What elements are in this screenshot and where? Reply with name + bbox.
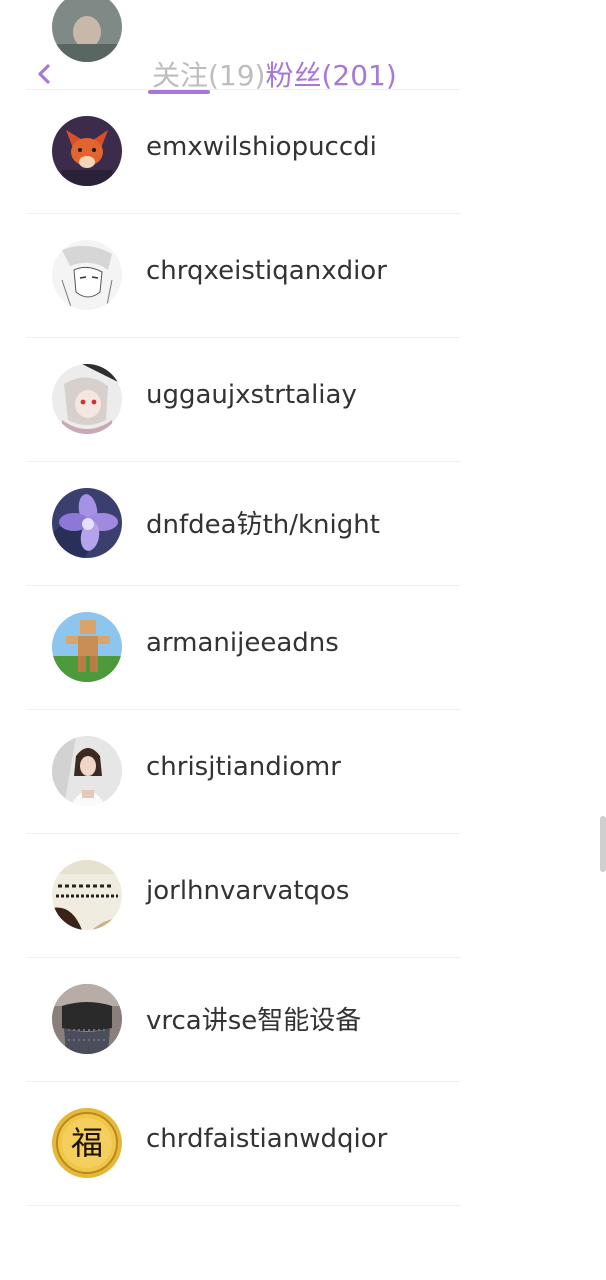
username: uggaujxstrtaliay [146,380,357,410]
username: chrisjtiandiomr [146,752,341,782]
avatar [52,488,122,558]
fans-list-page: 关注(19) 粉丝(201) emxwilshiopuccdi chrqxeis… [0,0,606,1280]
list-item[interactable]: 福 chrdfaistianwdqior [0,1082,606,1206]
divider [26,1205,460,1206]
avatar [52,984,122,1054]
username: chrqxeistiqanxdior [146,256,387,286]
svg-text:福: 福 [71,1125,103,1161]
scrollbar[interactable] [600,816,606,872]
avatar [52,612,122,682]
anime-girl-avatar [52,364,122,434]
avatar [52,364,122,434]
tab-following[interactable]: 关注(19) [152,54,265,94]
list-item[interactable]: dnfdea钫th/knight [0,462,606,586]
tab-fans[interactable]: 粉丝(201) [265,54,396,94]
avatar [52,240,122,310]
username: emxwilshiopuccdi [146,132,377,162]
list-item[interactable]: armanijeeadns [0,586,606,710]
list-item[interactable]: jorlhnvarvatqos [0,834,606,958]
photo-avatar [52,984,122,1054]
list-item[interactable]: vrca讲se智能设备 [0,958,606,1082]
fu-character-avatar: 福 [52,1108,122,1178]
username: jorlhnvarvatqos [146,876,350,906]
list-item[interactable]: chrqxeistiqanxdior [0,214,606,338]
avatar [52,860,122,930]
username: chrdfaistianwdqior [146,1124,388,1154]
username: armanijeeadns [146,628,339,658]
blocky-figure-avatar [52,612,122,682]
list-item[interactable]: uggaujxstrtaliay [0,338,606,462]
list-item[interactable]: chrisjtiandiomr [0,710,606,834]
fans-list: emxwilshiopuccdi chrqxeistiqanxdior ugga… [0,0,606,1206]
manga-avatar [52,240,122,310]
avatar: 福 [52,1108,122,1178]
chevron-left-icon [38,64,50,84]
avatar [52,736,122,806]
username: dnfdea钫th/knight [146,510,380,540]
header: 关注(19) 粉丝(201) [0,0,606,128]
calligraphy-avatar [52,860,122,930]
back-button[interactable] [28,56,60,92]
active-tab-indicator [148,90,210,94]
username: vrca讲se智能设备 [146,1006,362,1036]
woman-photo-avatar [52,736,122,806]
flower-avatar [52,488,122,558]
